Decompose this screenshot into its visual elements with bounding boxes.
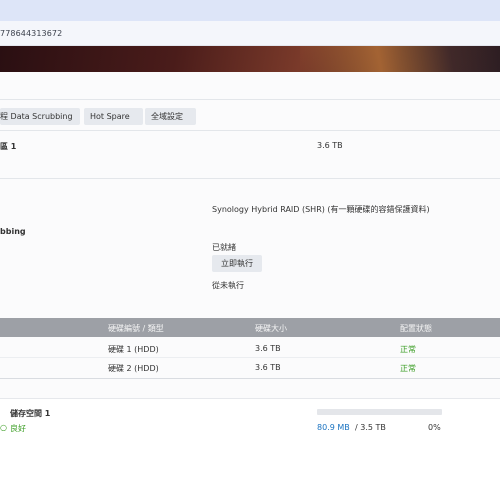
column-header-drive[interactable]: 硬碟編號 / 類型 <box>108 323 164 334</box>
hot-spare-button[interactable]: Hot Spare <box>84 108 143 125</box>
hot-spare-label: Hot Spare <box>90 112 130 121</box>
run-now-button[interactable]: 立即執行 <box>212 255 262 272</box>
drive-status: 正常 <box>400 345 416 354</box>
storage-pool-size: 3.6 TB <box>317 141 343 150</box>
address-text[interactable]: 778644313672 <box>0 29 62 38</box>
volume-total: / 3.5 TB <box>355 423 386 432</box>
volume-used: 80.9 MB <box>317 423 350 432</box>
drive-status: 正常 <box>400 364 416 373</box>
table-row[interactable]: 硬碟 2 (HDD) 3.6 TB 正常 <box>0 360 500 375</box>
data-scrubbing-button[interactable]: 程 Data Scrubbing <box>0 108 80 125</box>
header-banner-image <box>0 46 500 72</box>
drive-size: 3.6 TB <box>255 344 281 353</box>
drive-name: 硬碟 1 (HDD) <box>108 345 159 354</box>
storage-pool-title[interactable]: 區 1 <box>0 141 16 152</box>
drive-name: 硬碟 2 (HDD) <box>108 364 159 373</box>
address-bar[interactable]: 778644313672 <box>0 21 500 46</box>
column-header-size[interactable]: 硬碟大小 <box>255 323 287 334</box>
run-now-label: 立即執行 <box>221 259 253 268</box>
volume-name[interactable]: 儲存空間 1 <box>10 408 50 419</box>
global-settings-label: 全域設定 <box>151 112 183 121</box>
column-header-status[interactable]: 配置狀態 <box>400 323 432 334</box>
volume-status: 良好 <box>10 424 26 433</box>
data-scrubbing-heading: bbing <box>0 227 26 236</box>
scrub-status-value: 已就緒 <box>212 243 236 252</box>
drive-size: 3.6 TB <box>255 363 281 372</box>
divider <box>0 99 500 100</box>
raid-type-value: Synology Hybrid RAID (SHR) (有一顆硬碟的容錯保護資料… <box>212 205 430 214</box>
row-divider <box>0 357 500 358</box>
drives-table-header: 硬碟編號 / 類型 硬碟大小 配置狀態 <box>0 318 500 337</box>
divider <box>0 130 500 131</box>
status-dot-icon: ○ <box>0 423 7 432</box>
table-row[interactable]: 硬碟 1 (HDD) 3.6 TB 正常 <box>0 341 500 356</box>
browser-top-bar <box>0 0 500 21</box>
divider <box>0 378 500 379</box>
last-run-value: 從未執行 <box>212 281 244 290</box>
divider <box>0 178 500 179</box>
volume-percent: 0% <box>428 423 441 432</box>
global-settings-button[interactable]: 全域設定 <box>145 108 196 125</box>
banner-light-streak <box>300 46 500 72</box>
data-scrubbing-label: 程 Data Scrubbing <box>0 112 73 121</box>
volume-usage-bar <box>317 409 442 415</box>
